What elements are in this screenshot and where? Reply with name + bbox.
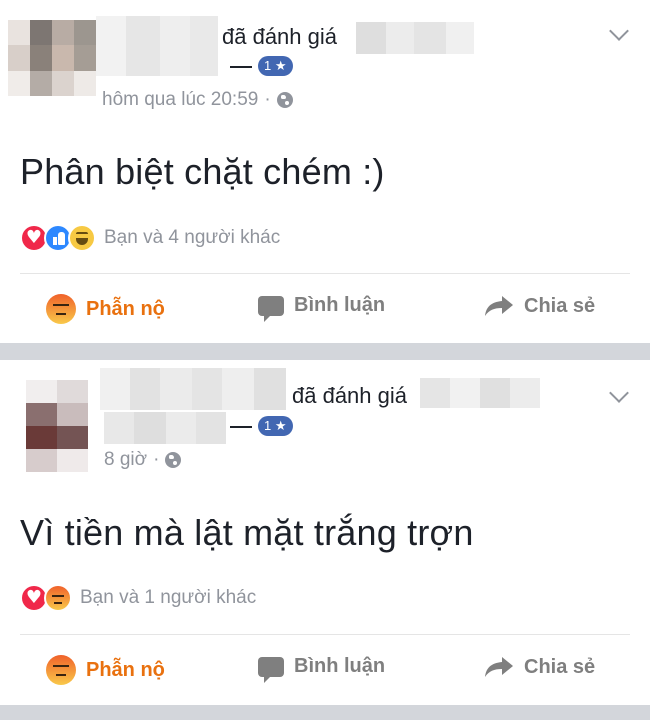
react-label: Phẫn nộ [86,658,165,681]
blurred-page-name[interactable] [356,22,474,54]
globe-icon[interactable] [276,92,293,108]
blurred-author-name[interactable] [96,16,218,76]
angry-icon [46,655,76,685]
avatar[interactable] [26,380,88,472]
meta-dot: · [264,89,271,110]
reaction-summary[interactable]: Bạn và 4 người khác [20,224,280,252]
share-button[interactable]: Chia sẻ [484,294,595,318]
timestamp[interactable]: 8 giờ [104,449,147,471]
globe-icon[interactable] [165,452,182,468]
share-button[interactable]: Chia sẻ [484,655,595,679]
react-label: Phẫn nộ [86,297,165,320]
post-meta: 8 giờ · [104,449,182,471]
blurred-page-name-line2[interactable] [104,412,226,444]
comment-label: Bình luận [294,655,386,677]
angry-icon [46,294,76,324]
feed-post: đã đánh giá 1 ★ hôm qua lúc 20:59 · Phân… [0,0,650,343]
dash-separator [230,426,252,428]
blurred-page-name[interactable] [420,378,540,408]
feed-separator [0,343,650,360]
post-body: Vì tiền mà lật mặt trắng trợn [20,512,474,553]
dash-separator [230,66,252,68]
blurred-author-name[interactable] [100,368,286,410]
haha-reaction-icon [68,224,96,252]
comment-button[interactable]: Bình luận [258,294,386,322]
share-icon [485,296,513,316]
divider [20,273,630,274]
post-meta: hôm qua lúc 20:59 · [102,89,293,111]
rated-text: đã đánh giá [222,24,337,49]
comment-label: Bình luận [294,294,386,316]
comment-icon [258,295,284,322]
rating-badge: 1 ★ [258,56,293,76]
comment-button[interactable]: Bình luận [258,655,386,683]
chevron-down-icon[interactable] [609,383,629,403]
post-body: Phân biệt chặt chém :) [20,151,385,192]
rated-text: đã đánh giá [292,383,407,408]
angry-reaction-icon [44,584,72,612]
reaction-count-text: Bạn và 1 người khác [80,587,257,608]
share-label: Chia sẻ [524,294,596,317]
avatar[interactable] [8,20,96,96]
divider [20,634,630,635]
react-button[interactable]: Phẫn nộ [46,655,165,685]
share-label: Chia sẻ [524,655,596,678]
meta-dot: · [153,449,160,470]
chevron-down-icon[interactable] [609,21,629,41]
rating-badge: 1 ★ [258,416,293,436]
react-button[interactable]: Phẫn nộ [46,294,165,324]
timestamp[interactable]: hôm qua lúc 20:59 [102,89,258,111]
feed-separator [0,705,650,720]
reaction-summary[interactable]: Bạn và 1 người khác [20,584,256,612]
share-icon [485,657,513,677]
comment-icon [258,656,284,683]
reaction-count-text: Bạn và 4 người khác [104,227,281,248]
